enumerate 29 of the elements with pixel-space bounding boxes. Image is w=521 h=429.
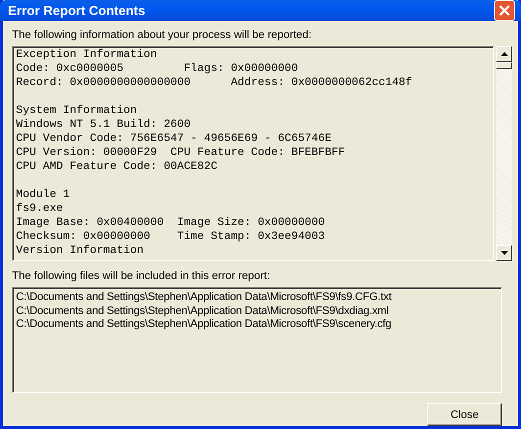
file-path: C:\Documents and Settings\Stephen\Application Data\Microsoft\FS9\fs9.CFG.txt [16,291,392,304]
report-text-area[interactable] [12,46,494,261]
report-line: Image Base: 0x00400000 Image Size: 0x00000000 [16,216,325,230]
report-line: Exception Information [16,48,157,62]
scrollbar[interactable] [496,46,512,261]
report-line: Module 1 [16,188,70,202]
files-label: The following files will be included in this error report: [12,270,270,282]
window-title: Error Report Contents [8,3,146,18]
report-line: Record: 0x0000000000000000 Address: 0x0000000062cc148f [16,76,412,90]
report-line: Windows NT 5.1 Build: 2600 [16,118,191,132]
close-icon [498,4,511,17]
scroll-down-button[interactable] [496,245,512,261]
report-line: System Information [16,104,137,118]
report-line: Version Information [16,244,144,258]
report-line: CPU AMD Feature Code: 00ACE82C [16,160,218,174]
file-path: C:\Documents and Settings\Stephen\Application Data\Microsoft\FS9\dxdiag.xml [16,304,389,318]
report-line: Code: 0xc0000005 Flags: 0x00000000 [16,62,298,76]
report-label: The following information about your process will be reported: [12,29,312,41]
report-line: fs9.exe [16,202,63,216]
down-arrow-icon [500,251,508,255]
file-path: C:\Documents and Settings\Stephen\Application Data\Microsoft\FS9\scenery.cfg [16,318,392,332]
dialog-button[interactable]: Close [427,403,502,426]
report-line: CPU Vendor Code: 756E6547 - 49656E69 - 6C65746E [16,132,332,146]
up-arrow-icon [500,52,508,56]
scroll-thumb[interactable] [496,62,512,69]
report-line: Checksum: 0x00000000 Time Stamp: 0x3ee94003 [16,230,325,244]
scroll-up-button[interactable] [496,46,512,62]
report-line: CPU Version: 00000F29 CPU Feature Code: BFEBFBFF [16,146,345,160]
close-button[interactable] [494,0,515,21]
